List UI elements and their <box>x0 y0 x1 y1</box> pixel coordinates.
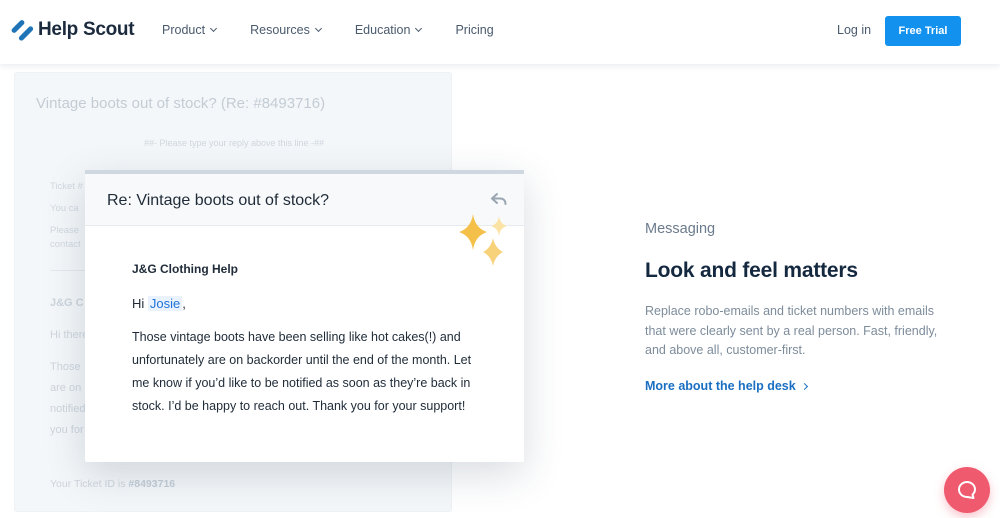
reply-arrow-icon <box>491 193 507 205</box>
help-scout-logo-icon <box>10 18 36 42</box>
section-eyebrow: Messaging <box>645 221 716 237</box>
body-line: Those <box>50 361 81 373</box>
section-title: Look and feel matters <box>645 259 858 282</box>
customer-name: Josie <box>147 296 183 311</box>
help-desk-link-label: More about the help desk <box>645 379 796 393</box>
body-line: notified <box>50 403 86 415</box>
greeting-suffix: , <box>182 296 186 311</box>
nav-item-label: Resources <box>250 23 310 37</box>
email-body: Those vintage boots have been selling li… <box>132 330 472 413</box>
top-navigation: Help Scout Product Resources Education P… <box>0 0 1000 64</box>
background-ticket-info: Ticket # You ca Please contact <box>50 179 83 253</box>
nav-item-pricing[interactable]: Pricing <box>455 23 493 37</box>
chevron-right-icon <box>800 382 808 390</box>
nav-item-label: Education <box>354 23 411 37</box>
ticket-id-prefix: Your Ticket ID is <box>50 478 126 490</box>
body-line: you for <box>50 424 84 436</box>
nav-menu: Product Resources Education Pricing <box>162 23 528 37</box>
ticket-id-footer: Your Ticket ID is #8493716 <box>50 478 175 490</box>
nav-item-label: Product <box>162 23 206 37</box>
logo-text: Help Scout <box>38 19 135 40</box>
greeting-prefix: Hi <box>132 296 145 311</box>
help-desk-link[interactable]: More about the help desk <box>645 379 808 393</box>
nav-item-education[interactable]: Education <box>354 23 423 37</box>
background-ticket-subject: Vintage boots out of stock? (Re: #849371… <box>36 95 326 112</box>
nav-item-product[interactable]: Product <box>162 23 218 37</box>
ticket-line: Ticket # <box>50 181 83 192</box>
ticket-line: contact <box>50 239 81 250</box>
background-greeting: Hi there <box>50 329 89 341</box>
sparkles-icon <box>459 214 507 266</box>
background-body: Those are on notified you for <box>50 357 85 441</box>
chat-beacon-icon <box>958 481 976 499</box>
nav-item-label: Pricing <box>455 23 494 37</box>
ticket-line: You ca <box>50 203 79 214</box>
reply-above-line: ##- Please type your reply above this li… <box>143 138 325 148</box>
ticket-id: #8493716 <box>128 478 176 490</box>
login-link[interactable]: Log in <box>837 23 871 37</box>
logo[interactable]: Help Scout <box>10 18 135 42</box>
email-sender: J&G Clothing Help <box>132 262 238 276</box>
chevron-down-icon <box>415 24 423 33</box>
email-subject: Re: Vintage boots out of stock? <box>107 192 330 209</box>
chat-beacon-button[interactable] <box>944 467 990 513</box>
email-greeting: Hi Josie, <box>132 296 186 311</box>
background-sender: J&G C <box>50 297 84 309</box>
section-description: Replace robo-emails and ticket numbers w… <box>645 304 938 357</box>
nav-item-resources[interactable]: Resources <box>250 23 322 37</box>
body-line: are on <box>50 382 82 394</box>
chevron-down-icon <box>314 24 322 33</box>
free-trial-button[interactable]: Free Trial <box>885 16 961 46</box>
chevron-down-icon <box>210 24 218 33</box>
